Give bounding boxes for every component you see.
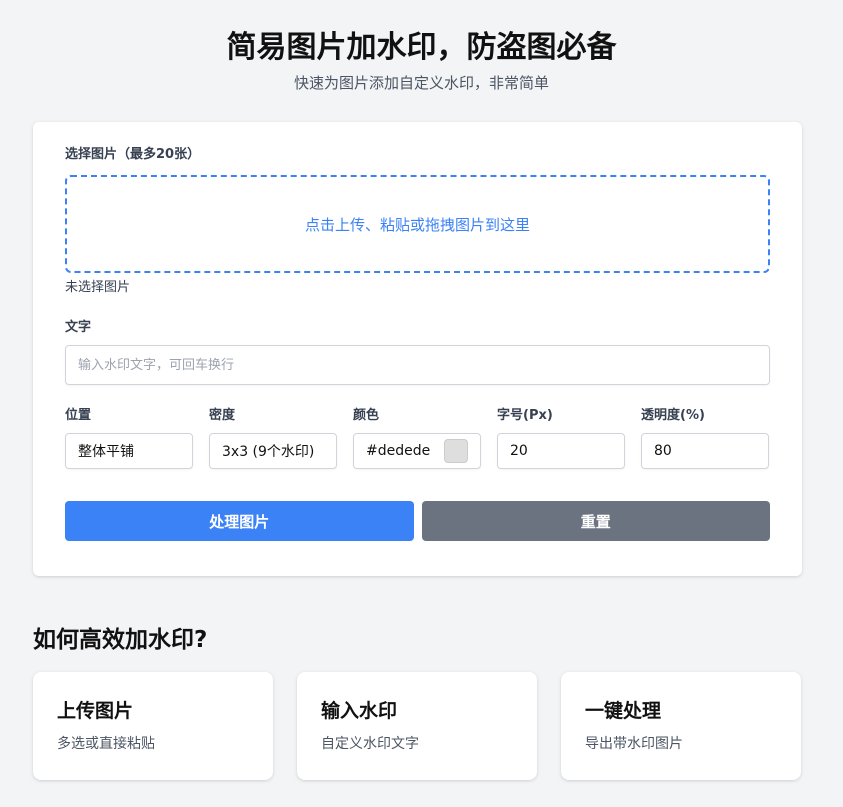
density-group: 密度 3x3 (9个水印) [209,407,337,469]
position-select[interactable]: 整体平铺 [65,433,193,469]
position-value: 整体平铺 [78,444,134,460]
step-title: 一键处理 [585,700,662,722]
opacity-label: 透明度(%) [641,408,705,423]
step-desc: 导出带水印图片 [585,736,683,752]
position-group: 位置 整体平铺 [65,407,193,469]
howto-title: 如何高效加水印? [33,627,208,653]
density-label: 密度 [209,408,236,423]
font-size-input[interactable]: 20 [497,433,625,469]
upload-label: 选择图片（最多20张） [65,147,201,162]
step-card: 输入水印 自定义水印文字 [297,672,537,780]
watermark-form-card: 选择图片（最多20张） 点击上传、粘贴或拖拽图片到这里 未选择图片 文字 位置 … [33,122,802,576]
color-label: 颜色 [353,408,380,423]
step-title: 输入水印 [321,700,398,722]
reset-button[interactable]: 重置 [421,501,770,541]
opacity-input[interactable]: 80 [641,433,769,469]
color-input[interactable]: #dedede [353,433,481,469]
page-header: 简易图片加水印，防盗图必备 快速为图片添加自定义水印，非常简单 [0,0,843,94]
font-size-group: 字号(Px) 20 [497,407,625,469]
opacity-group: 透明度(%) 80 [641,407,769,469]
page-subtitle: 快速为图片添加自定义水印，非常简单 [293,74,549,92]
howto-steps: 上传图片 多选或直接粘贴 输入水印 自定义水印文字 一键处理 导出带水印图片 [33,672,801,780]
file-status: 未选择图片 [65,280,131,295]
page-title: 简易图片加水印，防盗图必备 [226,30,617,65]
step-card: 一键处理 导出带水印图片 [561,672,801,780]
text-label: 文字 [65,320,92,335]
color-swatch[interactable] [444,439,468,463]
watermark-text-input[interactable] [65,345,770,385]
step-title: 上传图片 [57,700,134,722]
image-dropzone[interactable]: 点击上传、粘贴或拖拽图片到这里 [65,175,770,273]
density-select[interactable]: 3x3 (9个水印) [209,433,337,469]
dropzone-text: 点击上传、粘贴或拖拽图片到这里 [304,215,530,234]
action-buttons: 处理图片 重置 [65,501,770,541]
font-size-value: 20 [510,443,528,459]
process-button[interactable]: 处理图片 [65,501,414,541]
step-card: 上传图片 多选或直接粘贴 [33,672,273,780]
color-group: 颜色 #dedede [353,407,481,469]
position-label: 位置 [65,408,92,423]
color-value: #dedede [366,443,431,459]
step-desc: 多选或直接粘贴 [57,736,155,752]
opacity-value: 80 [654,443,672,459]
font-size-label: 字号(Px) [497,408,553,423]
step-desc: 自定义水印文字 [321,736,419,752]
options-row: 位置 整体平铺 密度 3x3 (9个水印) 颜色 #dedede 字号(Px) … [65,407,770,469]
density-value: 3x3 (9个水印) [222,444,315,460]
